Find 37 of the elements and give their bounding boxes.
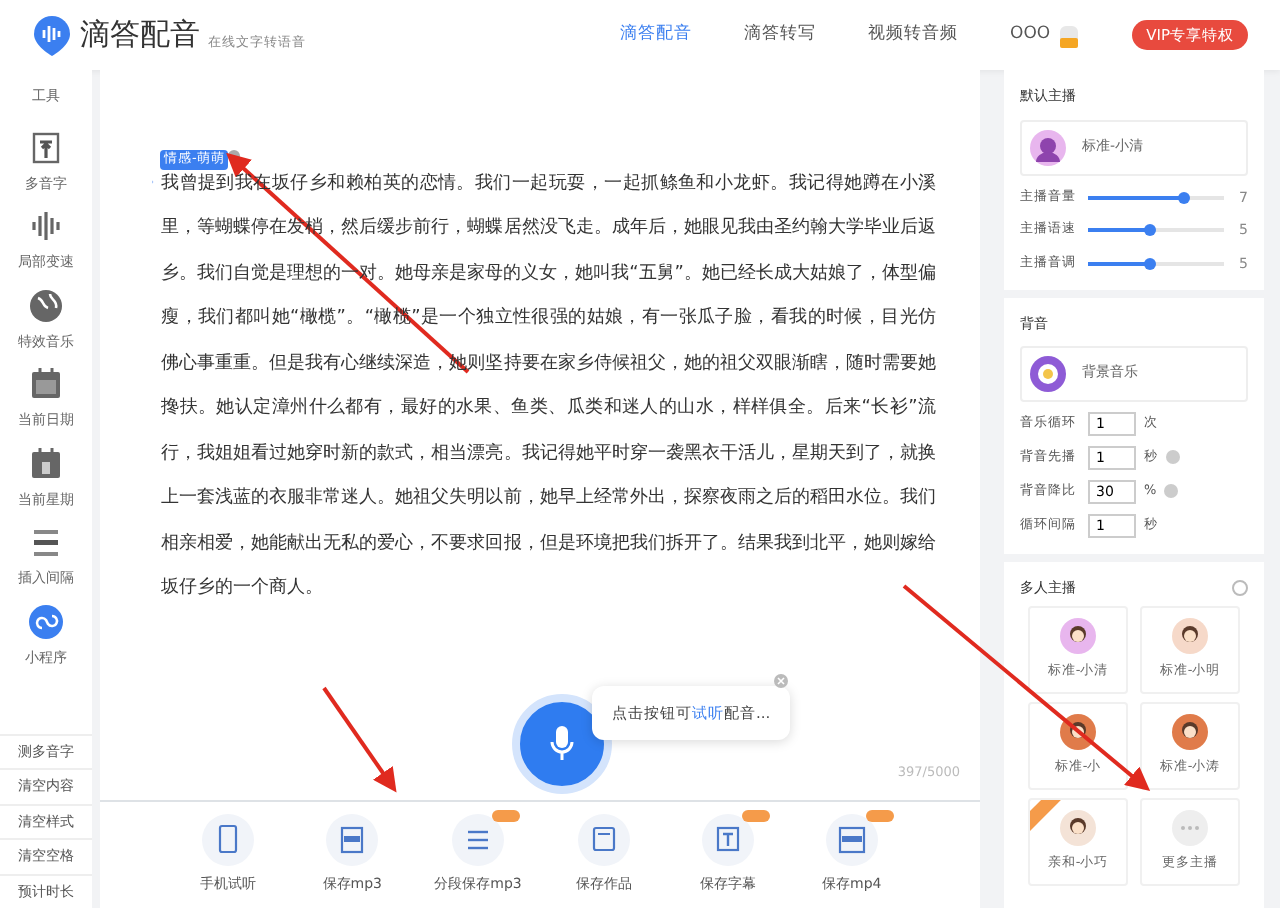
save-icon [577,814,630,867]
text-icon[interactable] [28,129,64,165]
avatar-icon [1172,714,1208,751]
avatar-icon [1172,618,1208,655]
audio-file-icon [326,814,379,867]
link-icon[interactable] [28,603,64,639]
annotation-arrow [322,686,397,793]
list-icon [452,814,504,867]
subtitle-icon [701,814,754,867]
user-avatar-icon[interactable] [1058,21,1081,49]
slider-thumb[interactable] [1177,191,1190,204]
slider-track[interactable] [1088,195,1224,200]
user-name: OOO [1010,22,1051,48]
lines-icon[interactable] [28,524,64,560]
nav-tab[interactable]: 滴答转写 [744,22,817,48]
avatar-icon [1060,810,1096,847]
more-icon [1172,810,1208,847]
avatar-icon [1060,714,1096,751]
nav-tab[interactable]: 视频转音频 [868,22,959,48]
globe-icon[interactable] [28,287,64,323]
avatar-icon [1030,129,1066,165]
microphone-button[interactable] [512,694,612,794]
app-title: 滴答配音 [80,14,200,57]
avatar-icon [1060,618,1096,655]
disc-icon [1030,355,1066,391]
slider-thumb[interactable] [1143,257,1156,270]
logo-icon [32,13,72,57]
nav-tab[interactable]: 滴答配音 [620,22,693,48]
slider-thumb[interactable] [1143,224,1156,237]
slider-track[interactable] [1088,261,1224,266]
video-file-icon [825,814,878,867]
calendar-icon[interactable] [28,366,64,402]
waveform-icon[interactable] [28,208,64,244]
phone-icon [202,814,255,867]
calendar-icon[interactable] [28,445,64,481]
slider-track[interactable] [1088,228,1224,233]
microphone-icon [548,724,576,764]
